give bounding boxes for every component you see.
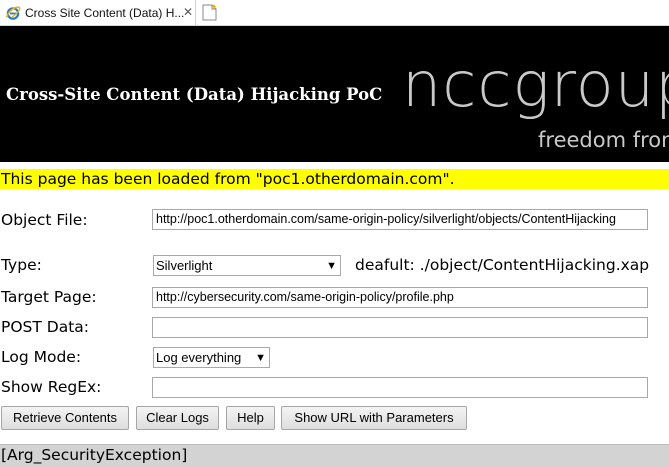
- target-page-input[interactable]: http://cybersecurity.com/same-origin-pol…: [152, 287, 648, 308]
- show-regex-input[interactable]: [152, 377, 648, 398]
- post-data-input[interactable]: [152, 317, 648, 338]
- page-title: Cross-Site Content (Data) Hijacking PoC: [6, 85, 383, 104]
- log-mode-label: Log Mode:: [1, 348, 82, 366]
- log-mode-select[interactable]: Log everything ▼: [153, 347, 270, 368]
- show-regex-label: Show RegEx:: [1, 378, 102, 396]
- browser-tab[interactable]: Cross Site Content (Data) H... ✕: [0, 0, 196, 25]
- logo-tagline: freedom from: [538, 128, 669, 152]
- object-file-label: Object File:: [1, 211, 88, 229]
- nccgroup-logo: nccgroup: [402, 48, 669, 121]
- header-banner: Cross-Site Content (Data) Hijacking PoC …: [0, 26, 669, 162]
- type-default-hint: deafult: ./object/ContentHijacking.xap: [355, 256, 650, 274]
- retrieve-contents-button[interactable]: Retrieve Contents: [1, 406, 129, 430]
- tab-title: Cross Site Content (Data) H...: [25, 6, 185, 20]
- origin-notice: This page has been loaded from "poc1.oth…: [0, 169, 669, 189]
- internet-explorer-icon: [5, 6, 21, 20]
- chevron-down-icon: ▼: [326, 260, 337, 272]
- type-label: Type:: [1, 256, 42, 274]
- new-tab-icon[interactable]: [201, 3, 219, 22]
- object-file-input[interactable]: http://poc1.otherdomain.com/same-origin-…: [152, 209, 648, 230]
- log-mode-select-value: Log everything: [156, 350, 242, 365]
- output-status: [Arg_SecurityException]: [0, 444, 669, 467]
- chevron-down-icon: ▼: [255, 352, 266, 364]
- type-select-value: Silverlight: [156, 258, 213, 273]
- post-data-label: POST Data:: [1, 318, 90, 336]
- close-tab-icon[interactable]: ✕: [183, 5, 193, 19]
- show-url-button[interactable]: Show URL with Parameters: [281, 406, 467, 430]
- browser-tab-strip: Cross Site Content (Data) H... ✕: [0, 0, 669, 26]
- help-button[interactable]: Help: [226, 406, 275, 430]
- type-select[interactable]: Silverlight ▼: [153, 255, 341, 276]
- clear-logs-button[interactable]: Clear Logs: [136, 406, 219, 430]
- target-page-label: Target Page:: [1, 288, 97, 306]
